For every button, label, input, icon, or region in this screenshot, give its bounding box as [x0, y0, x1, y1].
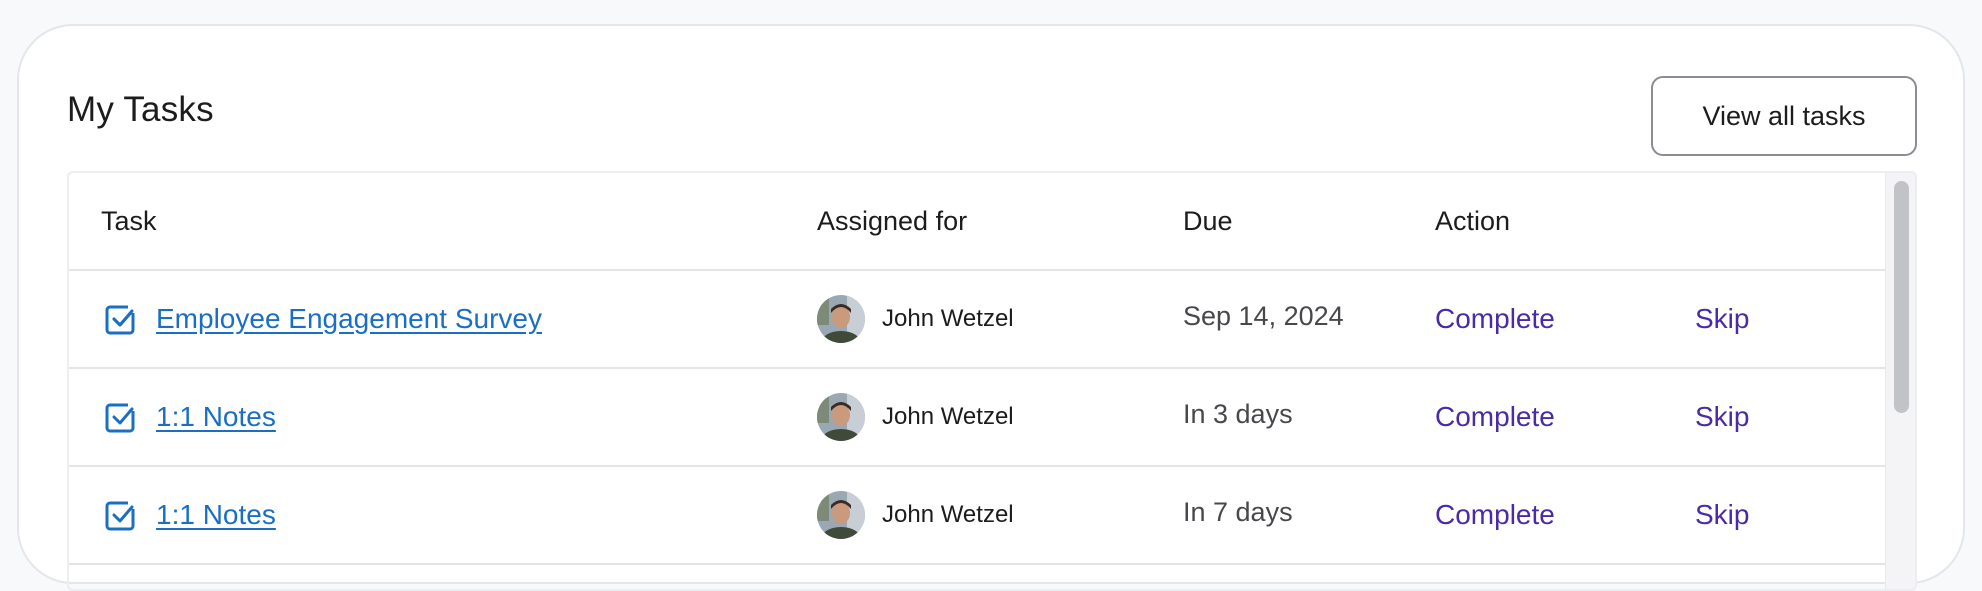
- scrollbar-thumb[interactable]: [1894, 181, 1909, 413]
- task-cell: 1:1 Notes: [101, 369, 276, 465]
- column-header-task: Task: [101, 205, 157, 236]
- my-tasks-card: My Tasks View all tasks Task Assigned fo…: [17, 24, 1965, 591]
- table-row: Employee Engagement Survey John Wetzel S…: [69, 271, 1885, 369]
- assignee-cell: John Wetzel: [817, 369, 1014, 465]
- assignee-cell: John Wetzel: [817, 271, 1014, 367]
- checkbox-icon: [104, 498, 138, 532]
- column-header-action: Action: [1435, 205, 1511, 236]
- due-date: Sep 14, 2024: [1183, 300, 1344, 331]
- complete-button[interactable]: Complete: [1435, 401, 1555, 433]
- due-cell: In 7 days: [1183, 467, 1293, 563]
- skip-cell: Skip: [1695, 467, 1749, 563]
- page-title: My Tasks: [67, 90, 214, 129]
- table-header-row: Task Assigned for Due Action: [69, 173, 1885, 271]
- task-link[interactable]: 1:1 Notes: [156, 499, 276, 531]
- due-cell: Sep 14, 2024: [1183, 271, 1344, 367]
- table-row: 1:1 Notes John Wetzel In 3 days Complete…: [69, 369, 1885, 467]
- complete-button[interactable]: Complete: [1435, 303, 1555, 335]
- task-link[interactable]: 1:1 Notes: [156, 401, 276, 433]
- assignee-name: John Wetzel: [882, 305, 1014, 332]
- skip-button[interactable]: Skip: [1695, 303, 1749, 335]
- skip-cell: Skip: [1695, 271, 1749, 367]
- avatar: [817, 393, 865, 441]
- skip-button[interactable]: Skip: [1695, 401, 1749, 433]
- action-cell: Complete: [1435, 467, 1555, 563]
- assignee-name: John Wetzel: [882, 501, 1014, 528]
- skip-cell: Skip: [1695, 369, 1749, 465]
- task-link[interactable]: Employee Engagement Survey: [156, 303, 542, 335]
- complete-button[interactable]: Complete: [1435, 499, 1555, 531]
- task-cell: 1:1 Notes: [101, 467, 276, 563]
- tasks-table: Task Assigned for Due Action Employee En…: [67, 171, 1917, 591]
- table-row: 1:1 Notes John Wetzel In 7 days Complete…: [69, 467, 1885, 565]
- due-cell: In 3 days: [1183, 369, 1293, 465]
- action-cell: Complete: [1435, 271, 1555, 367]
- task-cell: Employee Engagement Survey: [101, 271, 542, 367]
- due-date: In 3 days: [1183, 398, 1293, 429]
- view-all-tasks-button[interactable]: View all tasks: [1651, 76, 1917, 156]
- assignee-cell: John Wetzel: [817, 467, 1014, 563]
- scrollbar[interactable]: [1885, 173, 1915, 589]
- checkbox-icon: [104, 302, 138, 336]
- assignee-name: John Wetzel: [882, 403, 1014, 430]
- due-date: In 7 days: [1183, 496, 1293, 527]
- avatar: [817, 295, 865, 343]
- column-header-assigned: Assigned for: [817, 205, 968, 236]
- checkbox-icon: [104, 400, 138, 434]
- action-cell: Complete: [1435, 369, 1555, 465]
- skip-button[interactable]: Skip: [1695, 499, 1749, 531]
- avatar: [817, 491, 865, 539]
- column-header-due: Due: [1183, 205, 1233, 236]
